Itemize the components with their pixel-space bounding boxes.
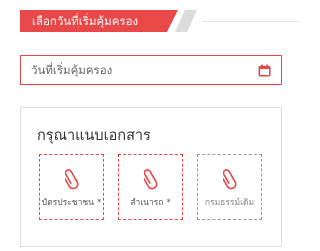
paperclip-icon [64, 169, 78, 190]
upload-label-text: สำเนารถ [130, 198, 164, 208]
document-upload-card: กรุณาแนบเอกสาร บัตรประชาชน * สำเนารถ * กรม… [20, 107, 282, 247]
upload-id-card-label: บัตรประชาชน * [40, 195, 103, 209]
section-title: เลือกวันที่เริ่มคุ้มครอง [20, 10, 178, 32]
upload-label-text: บัตรประชาชน [41, 198, 94, 208]
upload-vehicle-copy[interactable]: สำเนารถ * [118, 154, 183, 220]
required-mark: * [96, 198, 102, 208]
required-mark: * [166, 198, 171, 208]
upload-previous-policy-label: กรมธรรม์เดิม [198, 195, 261, 209]
header-divider [202, 21, 300, 22]
upload-vehicle-copy-label: สำเนารถ * [119, 195, 182, 209]
upload-id-card[interactable]: บัตรประชาชน * [39, 154, 104, 220]
upload-previous-policy[interactable]: กรมธรรม์เดิม [197, 154, 262, 220]
header-accent-shape [175, 10, 197, 32]
upload-label-text: กรมธรรม์เดิม [204, 198, 255, 208]
documents-title: กรุณาแนบเอกสาร [37, 128, 151, 144]
paperclip-icon [222, 169, 236, 190]
calendar-icon[interactable] [258, 64, 271, 77]
coverage-form: เลือกวันที่เริ่มคุ้มครอง วันที่เริ่มคุ้ม… [0, 0, 300, 251]
section-header: เลือกวันที่เริ่มคุ้มครอง [20, 10, 300, 32]
paperclip-icon [143, 169, 157, 190]
start-date-placeholder: วันที่เริ่มคุ้มครอง [31, 63, 113, 77]
start-date-field[interactable]: วันที่เริ่มคุ้มครอง [20, 55, 282, 85]
